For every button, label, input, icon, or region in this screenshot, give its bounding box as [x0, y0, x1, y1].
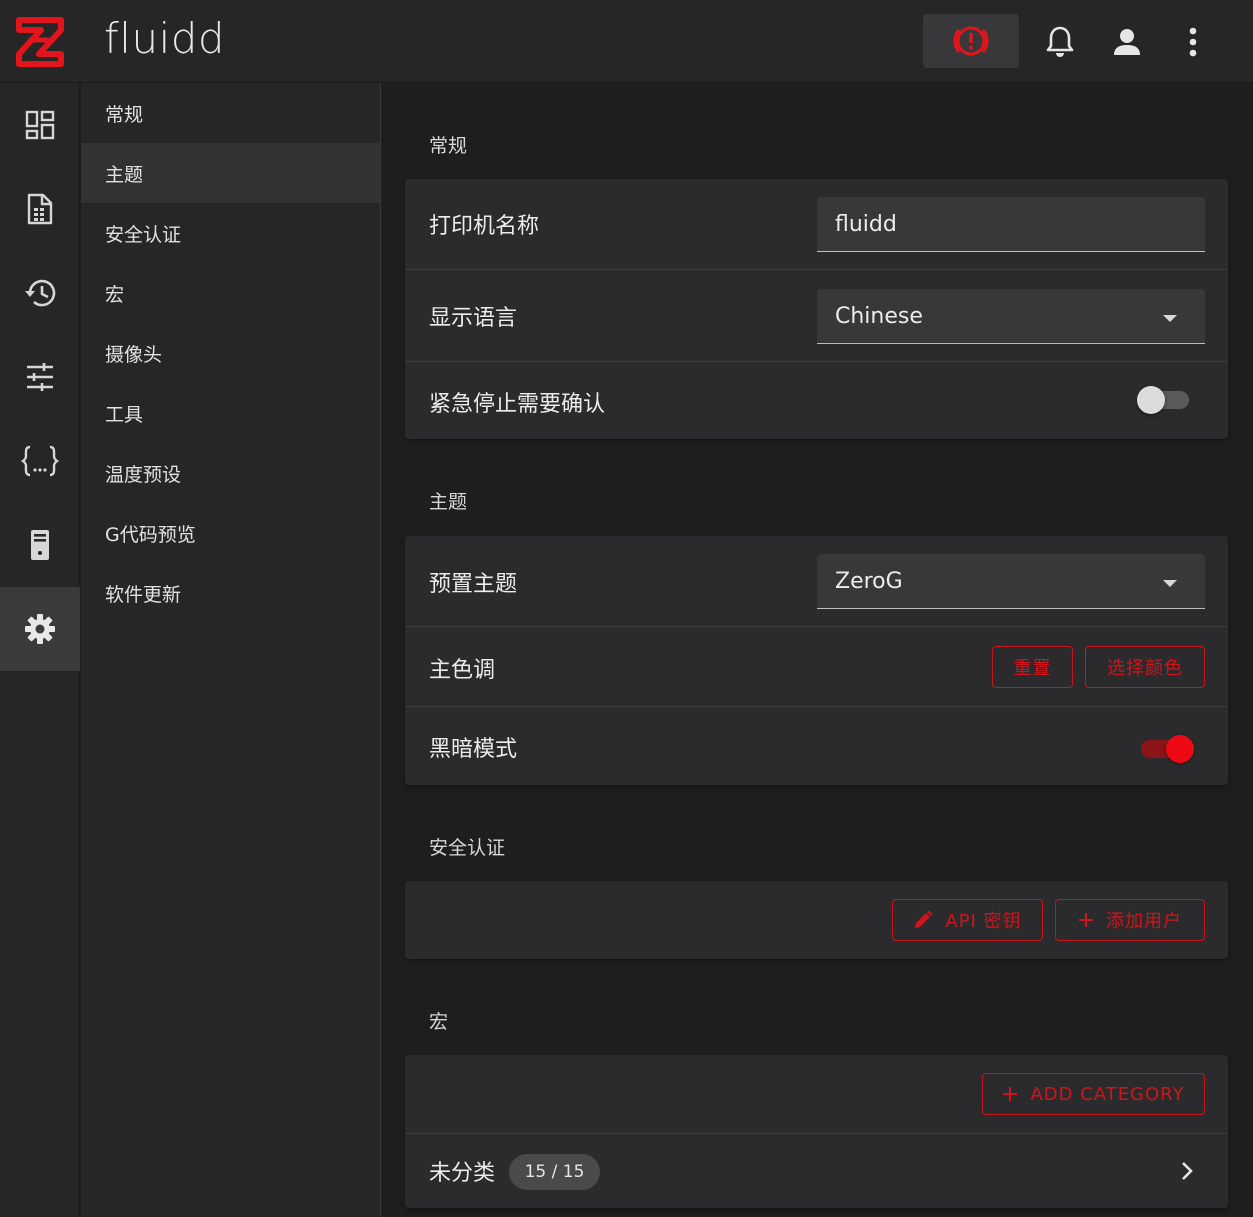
account-icon — [1114, 29, 1140, 55]
dashboard-icon — [25, 110, 55, 140]
estop-confirm-label: 紧急停止需要确认 — [429, 392, 606, 417]
menu-item-auth[interactable]: 安全认证 — [81, 203, 380, 263]
theme-card: 预置主题 ZeroG 主色调 重置 选择颜色 黑暗模式 — [405, 536, 1228, 785]
pencil-icon — [915, 910, 933, 928]
app-root: fluidd 常规 主题 安全认证 宏 摄像头 工具 温度预设 G代码预览 软件… — [0, 0, 1253, 1217]
settings-menu: 常规 主题 安全认证 宏 摄像头 工具 温度预设 G代码预览 软件更新 — [81, 83, 381, 1217]
theme-preset-value: ZeroG — [835, 568, 903, 594]
menu-item-temperature-presets[interactable]: 温度预设 — [81, 443, 380, 503]
theme-preset-row: 预置主题 ZeroG — [405, 536, 1228, 627]
code-braces-icon — [21, 445, 59, 477]
nav-dashboard[interactable] — [0, 83, 80, 167]
api-key-button-label: API 密钥 — [945, 911, 1022, 932]
add-user-button-label: 添加用户 — [1106, 911, 1182, 932]
uncategorized-count-badge: 15 / 15 — [509, 1154, 600, 1190]
nav-settings[interactable] — [0, 587, 80, 671]
printer-name-input[interactable]: fluidd — [817, 197, 1205, 252]
plus-icon — [1003, 1087, 1018, 1101]
fluidd-logo[interactable] — [0, 0, 80, 83]
emergency-stop-icon — [953, 26, 989, 56]
theme-section-title: 主题 — [429, 491, 468, 513]
theme-preset-select[interactable]: ZeroG — [817, 554, 1205, 609]
nav-jobs[interactable] — [0, 167, 80, 251]
general-section-title: 常规 — [429, 135, 468, 157]
chevron-right-icon — [1182, 1162, 1193, 1180]
estop-confirm-row: 紧急停止需要确认 — [405, 362, 1228, 439]
primary-color-label: 主色调 — [429, 658, 496, 683]
server-icon — [31, 530, 49, 560]
gear-icon — [25, 614, 55, 644]
auth-section-title: 安全认证 — [429, 837, 506, 859]
menu-item-tools[interactable]: 工具 — [81, 383, 380, 443]
reset-color-button[interactable]: 重置 — [992, 646, 1073, 688]
language-select-value: Chinese — [835, 303, 923, 329]
switch-thumb — [1166, 735, 1194, 763]
api-key-button[interactable]: API 密钥 — [892, 899, 1043, 941]
dots-vertical-icon — [1189, 27, 1197, 57]
notifications-button[interactable] — [1040, 22, 1080, 62]
auth-card: API 密钥 添加用户 — [405, 881, 1228, 959]
menu-item-software-updates[interactable]: 软件更新 — [81, 563, 380, 623]
menu-item-cameras[interactable]: 摄像头 — [81, 323, 380, 383]
nav-configuration[interactable] — [0, 419, 80, 503]
printer-name-row: 打印机名称 fluidd — [405, 179, 1228, 270]
add-category-row: ADD CATEGORY — [405, 1055, 1228, 1134]
plus-icon — [1079, 913, 1093, 927]
chevron-down-icon — [1163, 315, 1177, 322]
app-title: fluidd — [104, 14, 226, 63]
uncategorized-label: 未分类 — [429, 1161, 496, 1186]
nav-tune[interactable] — [0, 335, 80, 419]
top-app-bar: fluidd — [0, 0, 1253, 83]
estop-confirm-switch[interactable] — [1135, 380, 1193, 420]
dark-mode-label: 黑暗模式 — [429, 737, 518, 762]
language-label: 显示语言 — [429, 306, 518, 331]
dark-mode-switch[interactable] — [1135, 729, 1194, 769]
nav-system[interactable] — [0, 503, 80, 587]
language-row: 显示语言 Chinese — [405, 270, 1228, 362]
theme-preset-label: 预置主题 — [429, 572, 518, 597]
menu-item-general[interactable]: 常规 — [81, 83, 380, 143]
switch-thumb — [1137, 386, 1165, 414]
menu-item-macros[interactable]: 宏 — [81, 263, 380, 323]
user-button[interactable] — [1107, 22, 1147, 62]
dark-mode-row: 黑暗模式 — [405, 707, 1228, 785]
nav-history[interactable] — [0, 251, 80, 335]
nav-rail — [0, 83, 80, 1217]
printer-name-label: 打印机名称 — [429, 214, 540, 239]
menu-item-theme[interactable]: 主题 — [81, 143, 380, 203]
macros-section-title: 宏 — [429, 1011, 449, 1033]
emergency-stop-button[interactable] — [923, 14, 1019, 68]
tune-icon — [27, 363, 53, 391]
add-category-button-label: ADD CATEGORY — [1030, 1083, 1185, 1105]
menu-item-gcode-preview[interactable]: G代码预览 — [81, 503, 380, 563]
chevron-down-icon — [1163, 580, 1177, 587]
history-icon — [25, 279, 56, 307]
bell-icon — [1046, 26, 1074, 57]
add-user-button[interactable]: 添加用户 — [1055, 899, 1205, 941]
fluidd-logo-icon — [16, 16, 64, 67]
language-select[interactable]: Chinese — [817, 289, 1205, 344]
pick-color-button[interactable]: 选择颜色 — [1085, 646, 1205, 688]
file-document-icon — [27, 193, 53, 225]
more-menu-button[interactable] — [1173, 22, 1213, 62]
general-card: 打印机名称 fluidd 显示语言 Chinese 紧急停止需要确认 — [405, 179, 1228, 439]
add-category-button[interactable]: ADD CATEGORY — [982, 1073, 1205, 1115]
primary-color-row: 主色调 重置 选择颜色 — [405, 627, 1228, 707]
